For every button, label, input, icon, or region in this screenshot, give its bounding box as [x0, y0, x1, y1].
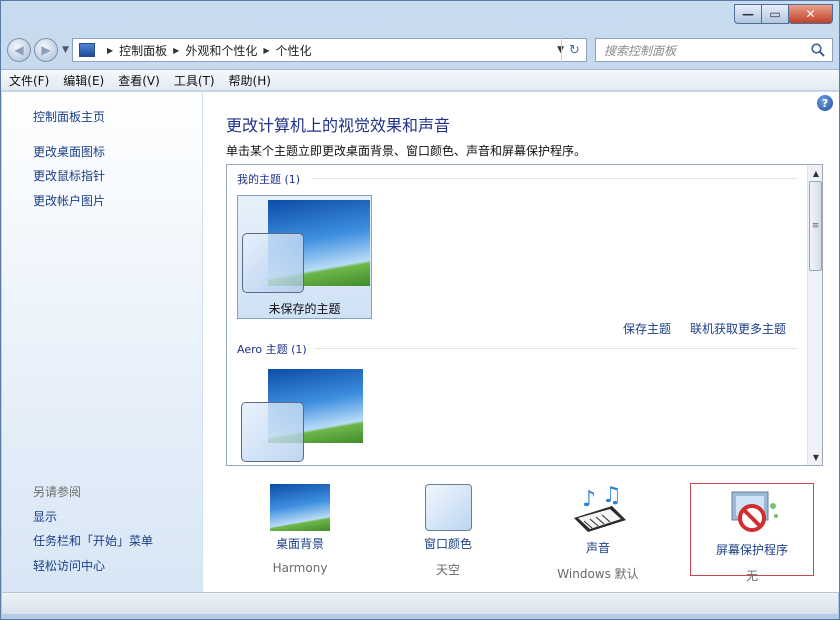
- svg-text:♫: ♫: [602, 484, 622, 508]
- breadcrumb-personalization[interactable]: 个性化: [276, 42, 312, 59]
- forward-icon: ▶: [41, 43, 51, 57]
- unsaved-theme-tile[interactable]: 未保存的主题: [237, 195, 372, 319]
- maximize-icon: ▭: [769, 7, 781, 21]
- window-preview: [242, 233, 304, 293]
- address-row: ◀ ▶ ▼ ▶ 控制面板 ▶ 外观和个性化 ▶ 个性化 ▼ ↻ 搜索控制面板: [1, 35, 839, 65]
- menu-view[interactable]: 查看(V): [118, 72, 160, 89]
- maximize-button[interactable]: ▭: [761, 4, 789, 24]
- desktop-background-button[interactable]: 桌面背景 Harmony: [240, 484, 360, 575]
- screen-saver-value: 无: [745, 569, 758, 583]
- page-description: 单击某个主题立即更改桌面背景、窗口颜色、声音和屏幕保护程序。: [226, 144, 587, 158]
- refresh-icon: ↻: [569, 42, 580, 58]
- minimize-icon: —: [742, 7, 754, 21]
- breadcrumb-control-panel[interactable]: 控制面板: [119, 42, 167, 59]
- sound-button[interactable]: ♪ ♫ 声音 Windows 默认: [538, 483, 658, 582]
- menu-edit[interactable]: 编辑(E): [63, 72, 104, 89]
- aero-window-preview: [241, 402, 304, 462]
- forward-button[interactable]: ▶: [34, 38, 58, 62]
- close-button[interactable]: ✕: [788, 4, 833, 24]
- help-icon[interactable]: ?: [817, 95, 833, 111]
- my-themes-label: 我的主题 (1): [237, 173, 301, 186]
- screen-saver-label: 屏幕保护程序: [715, 543, 788, 557]
- sidebar: 控制面板主页 更改桌面图标 更改鼠标指针 更改帐户图片 另请参阅 显示 任务栏和…: [2, 92, 203, 592]
- window-color-button[interactable]: 窗口颜色 天空: [388, 484, 508, 578]
- search-input[interactable]: 搜索控制面板: [595, 38, 833, 62]
- menu-bar: 文件(F) 编辑(E) 查看(V) 工具(T) 帮助(H): [1, 69, 839, 91]
- desktop-background-label: 桌面背景: [275, 537, 324, 551]
- window: — ▭ ✕ ◀ ▶ ▼ ▶ 控制面板 ▶ 外观和个性化 ▶ 个性化 ▼ ↻ 搜索…: [0, 0, 840, 620]
- menu-tools[interactable]: 工具(T): [174, 72, 215, 89]
- unsaved-theme-label: 未保存的主题: [268, 302, 341, 316]
- window-color-label: 窗口颜色: [423, 537, 472, 551]
- screen-saver-button[interactable]: 屏幕保护程序 无: [690, 483, 814, 583]
- see-also-display[interactable]: 显示: [33, 508, 57, 525]
- scroll-thumb[interactable]: ≡: [809, 181, 822, 271]
- see-also-heading: 另请参阅: [33, 485, 82, 499]
- sidebar-change-mouse-pointers[interactable]: 更改鼠标指针: [33, 167, 105, 184]
- main-content: ? 更改计算机上的视觉效果和声音 单击某个主题立即更改桌面背景、窗口颜色、声音和…: [203, 92, 839, 592]
- desktop-background-icon: [270, 484, 330, 531]
- window-color-icon: [424, 484, 472, 531]
- sound-label: 声音: [585, 541, 610, 555]
- search-icon[interactable]: [810, 42, 826, 58]
- title-bar: — ▭ ✕: [1, 1, 839, 31]
- sound-value: Windows 默认: [557, 567, 639, 581]
- svg-text:♪: ♪: [582, 487, 596, 512]
- theme-list-scrollbar[interactable]: ▲ ≡ ▼: [807, 165, 822, 465]
- window-color-value: 天空: [435, 563, 460, 577]
- get-more-themes-link[interactable]: 联机获取更多主题: [690, 320, 786, 337]
- menu-help[interactable]: 帮助(H): [229, 72, 271, 89]
- save-theme-link[interactable]: 保存主题: [623, 320, 671, 337]
- status-bar: [2, 592, 838, 614]
- sound-icon: ♪ ♫: [574, 483, 626, 532]
- sidebar-control-panel-home[interactable]: 控制面板主页: [33, 108, 105, 125]
- refresh-button[interactable]: ↻: [561, 38, 587, 62]
- close-icon: ✕: [805, 7, 816, 21]
- aero-themes-label: Aero 主题 (1): [237, 343, 307, 356]
- aero-theme-tile[interactable]: [241, 369, 366, 465]
- screensaver-icon: [731, 491, 778, 532]
- theme-list[interactable]: 我的主题 (1) 未保存的主题 保存主题 联机获取更多主题 Aero 主题 (1…: [226, 164, 823, 466]
- address-bar[interactable]: ▶ 控制面板 ▶ 外观和个性化 ▶ 个性化 ▼: [72, 38, 587, 62]
- scroll-down-icon[interactable]: ▼: [808, 449, 822, 465]
- sidebar-change-desktop-icons[interactable]: 更改桌面图标: [33, 143, 105, 160]
- desktop-background-value: Harmony: [272, 561, 328, 575]
- control-panel-icon: [79, 43, 95, 57]
- recent-pages-dropdown[interactable]: ▼: [62, 45, 69, 55]
- back-icon: ◀: [14, 43, 24, 57]
- minimize-button[interactable]: —: [734, 4, 762, 24]
- page-title: 更改计算机上的视觉效果和声音: [226, 116, 451, 135]
- back-button[interactable]: ◀: [7, 38, 31, 62]
- see-also-ease-of-access[interactable]: 轻松访问中心: [33, 557, 105, 574]
- breadcrumb-appearance[interactable]: 外观和个性化: [185, 42, 257, 59]
- search-placeholder: 搜索控制面板: [604, 43, 677, 58]
- menu-file[interactable]: 文件(F): [9, 72, 49, 89]
- see-also-taskbar[interactable]: 任务栏和「开始」菜单: [33, 532, 153, 549]
- scroll-up-icon[interactable]: ▲: [808, 165, 822, 181]
- breadcrumb: ▶ 控制面板 ▶ 外观和个性化 ▶ 个性化: [107, 42, 312, 59]
- sidebar-change-account-picture[interactable]: 更改帐户图片: [33, 192, 105, 209]
